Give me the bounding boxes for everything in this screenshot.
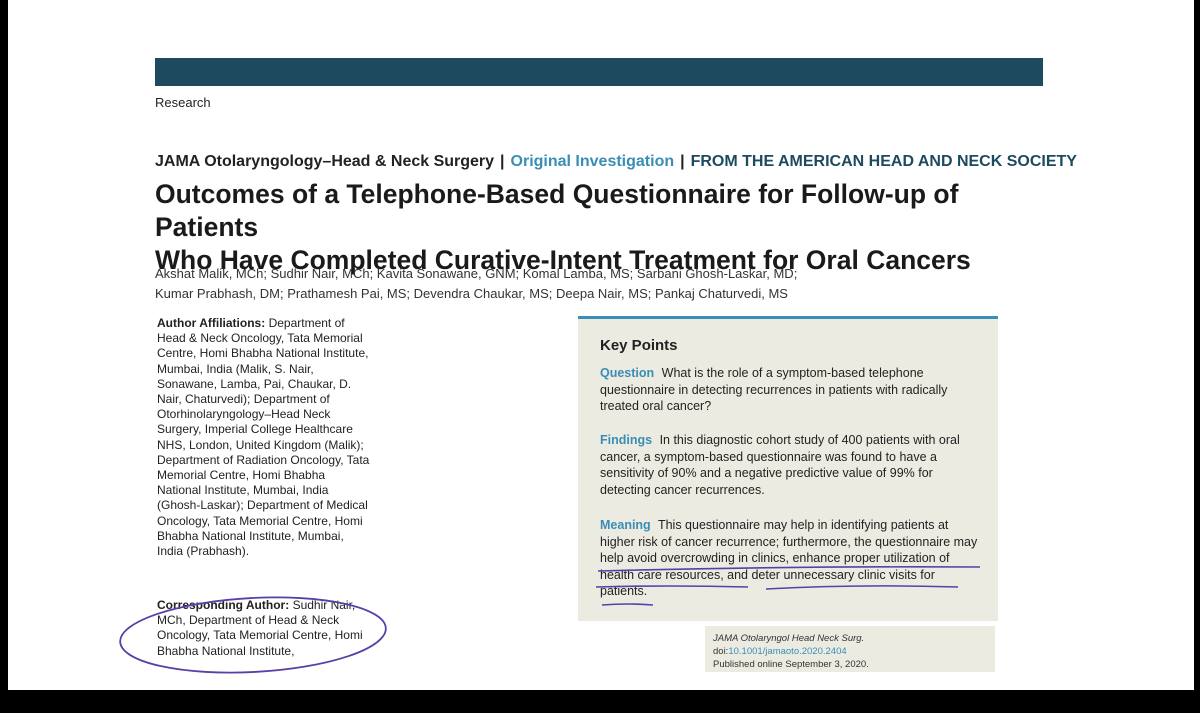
- citation-line: JAMA Otolaryngol Head Neck Surg. doi:10.…: [713, 632, 987, 658]
- doi-prefix: doi:: [713, 646, 729, 657]
- meaning-label: Meaning: [600, 518, 651, 532]
- society-label: FROM THE AMERICAN HEAD AND NECK SOCIETY: [690, 153, 1077, 170]
- meaning-text: This questionnaire may help in identifyi…: [600, 518, 978, 598]
- article-page: Research JAMA Otolaryngology–Head & Neck…: [8, 0, 1194, 690]
- journal-line: JAMA Otolaryngology–Head & Neck Surgery |…: [155, 153, 1077, 171]
- authors-line-1: Akshat Malik, MCh; Sudhir Nair, MCh; Kav…: [155, 266, 798, 281]
- key-points-box: Key Points Question What is the role of …: [578, 316, 998, 621]
- authors-line-2: Kumar Prabhash, DM; Prathamesh Pai, MS; …: [155, 286, 788, 301]
- journal-abbrev: JAMA Otolaryngol Head Neck Surg.: [713, 633, 865, 644]
- findings-label: Findings: [600, 433, 653, 447]
- author-list: Akshat Malik, MCh; Sudhir Nair, MCh; Kav…: [155, 264, 855, 304]
- separator: |: [500, 153, 505, 170]
- findings-text: In this diagnostic cohort study of 400 p…: [600, 433, 960, 497]
- key-points-heading: Key Points: [600, 337, 678, 354]
- article-title: Outcomes of a Telephone-Based Questionna…: [155, 178, 1055, 277]
- journal-name: JAMA Otolaryngology–Head & Neck Surgery: [155, 153, 495, 170]
- affiliations-text: Department of Head & Neck Oncology, Tata…: [157, 316, 370, 559]
- title-line-1: Outcomes of a Telephone-Based Questionna…: [155, 179, 959, 242]
- corresponding-label: Corresponding Author:: [157, 598, 290, 612]
- section-label: Research: [155, 95, 211, 110]
- author-affiliations: Author Affiliations: Department of Head …: [157, 316, 372, 559]
- citation-box: JAMA Otolaryngol Head Neck Surg. doi:10.…: [705, 626, 995, 672]
- key-point-question: Question What is the role of a symptom-b…: [600, 365, 980, 415]
- affiliations-label: Author Affiliations:: [157, 316, 266, 330]
- doi-link[interactable]: 10.1001/jamaoto.2020.2404: [728, 646, 846, 657]
- key-point-meaning: Meaning This questionnaire may help in i…: [600, 517, 980, 600]
- published-date: Published online September 3, 2020.: [713, 659, 869, 670]
- corresponding-author: Corresponding Author: Sudhir Nair, MCh, …: [157, 598, 372, 659]
- article-type: Original Investigation: [510, 153, 675, 170]
- separator: |: [680, 153, 685, 170]
- key-point-findings: Findings In this diagnostic cohort study…: [600, 432, 980, 498]
- header-bar: [155, 58, 1043, 86]
- question-label: Question: [600, 366, 655, 380]
